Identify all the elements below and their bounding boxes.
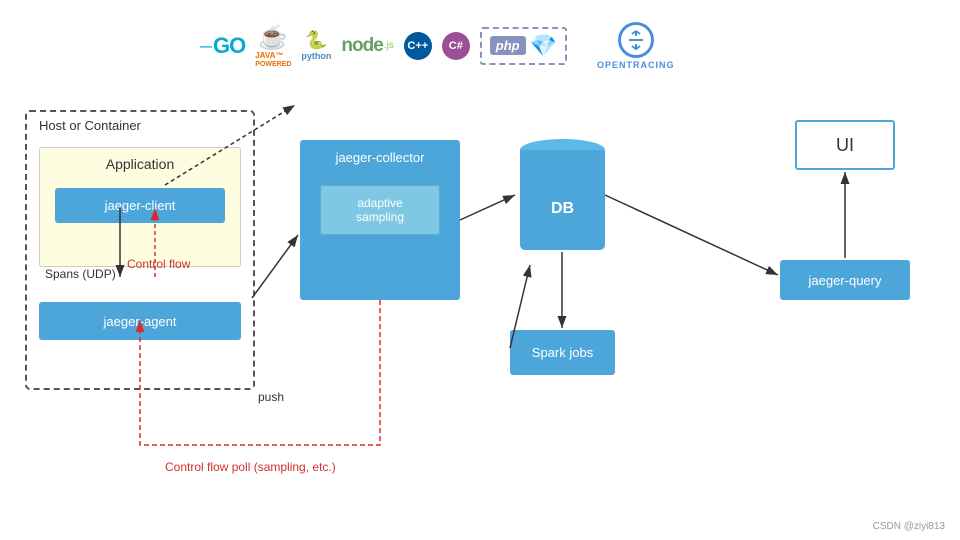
csharp-text: C# <box>449 40 463 52</box>
db-label: DB <box>520 200 605 218</box>
watermark: CSDN @ziyi813 <box>873 521 945 532</box>
host-label: Host or Container <box>39 118 141 133</box>
logos-bar: — GO ☕ JAVA™POWERED 🐍 python node .js C+… <box>200 18 940 73</box>
php-text: php <box>490 36 526 55</box>
collector-to-db-arrow <box>460 195 515 220</box>
opentracing-svg-icon <box>624 28 648 52</box>
spark-jobs-box: Spark jobs <box>510 330 615 375</box>
db-cylinder-body: DB <box>520 150 605 250</box>
jaeger-client-label: jaeger-client <box>105 198 176 213</box>
cpp-logo: C++ <box>404 32 432 60</box>
db-to-query-arrow <box>605 195 778 275</box>
jaeger-agent-label: jaeger-agent <box>104 314 177 329</box>
opentracing-icon <box>618 22 654 58</box>
ui-box: UI <box>795 120 895 170</box>
python-text: python <box>301 51 331 61</box>
java-powered-text: JAVA™POWERED <box>255 52 291 68</box>
push-label: push <box>258 390 284 404</box>
jaeger-client-box: jaeger-client <box>55 188 225 223</box>
jaeger-agent-box: jaeger-agent <box>39 302 241 340</box>
python-snake-icon: 🐍 <box>305 30 327 51</box>
jaeger-collector-box: jaeger-collector adaptivesampling <box>300 140 460 300</box>
jaeger-collector-label: jaeger-collector <box>336 150 425 165</box>
opentracing-logo: OPENTRACING <box>597 22 675 70</box>
spark-jobs-label: Spark jobs <box>532 345 593 360</box>
node-text: node <box>341 35 382 57</box>
cpp-text: C++ <box>407 40 428 52</box>
java-cup-icon: ☕ <box>258 23 288 52</box>
application-box: Application jaeger-client <box>39 147 241 267</box>
java-logo: ☕ JAVA™POWERED <box>255 23 291 68</box>
jaeger-query-box: jaeger-query <box>780 260 910 300</box>
adaptive-sampling-label: adaptivesampling <box>356 196 404 224</box>
spans-udp-label: Spans (UDP) <box>45 267 116 281</box>
adaptive-sampling-box: adaptivesampling <box>320 185 440 235</box>
ruby-icon: 💎 <box>530 33 557 59</box>
go-text: GO <box>213 33 245 59</box>
node-logo: node .js <box>341 35 393 57</box>
opentracing-text: OPENTRACING <box>597 60 675 70</box>
application-label: Application <box>40 156 240 172</box>
host-container-box: Host or Container Application jaeger-cli… <box>25 110 255 390</box>
db-container: DB <box>520 150 605 250</box>
agent-to-collector-arrow <box>252 235 298 298</box>
jaeger-query-label: jaeger-query <box>809 273 882 288</box>
control-flow-label: Control flow <box>127 257 190 271</box>
python-logo: 🐍 python <box>301 30 331 61</box>
ui-label: UI <box>836 135 854 156</box>
go-logo: — GO <box>200 33 245 59</box>
control-flow-bottom-label: Control flow poll (sampling, etc.) <box>165 460 336 474</box>
main-diagram: Host or Container Application jaeger-cli… <box>10 90 950 510</box>
csharp-logo: C# <box>442 32 470 60</box>
php-ruby-logo: php 💎 <box>480 27 567 65</box>
node-js-text: .js <box>384 40 394 51</box>
